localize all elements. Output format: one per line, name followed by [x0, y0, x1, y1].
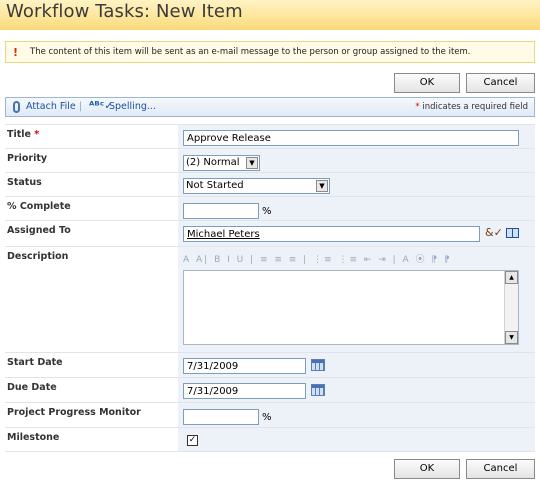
start-date-input[interactable]: 7/31/2009 [183, 358, 306, 374]
project-progress-monitor-input[interactable] [183, 409, 259, 425]
rich-text-toolbar: A A| B I U | ≡ ≡ ≡ | ⋮≡ ⋮≡ ⇤ ⇥ | A ⦿ ⁋ ⁋ [183, 255, 452, 265]
title-bar: Workflow Tasks: New Item [0, 0, 540, 30]
start-date-label: Start Date [5, 353, 178, 377]
row-milestone: Milestone ✓ [5, 427, 535, 452]
percent-unit: % [262, 412, 272, 423]
milestone-checkbox[interactable]: ✓ [187, 435, 198, 446]
ok-button-bottom[interactable]: OK [394, 459, 460, 479]
row-status: Status Not Started ▼ [5, 172, 535, 196]
required-star: * [415, 102, 420, 112]
due-date-input[interactable]: 7/31/2009 [183, 383, 306, 399]
percent-complete-input[interactable] [183, 203, 259, 219]
row-project-progress-monitor: Project Progress Monitor % [5, 402, 535, 427]
cancel-button-top[interactable]: Cancel [466, 73, 535, 93]
warning-icon: ! [13, 46, 19, 59]
status-select[interactable]: Not Started ▼ [183, 178, 330, 194]
required-field-note: * indicates a required field [415, 102, 528, 112]
address-book-icon[interactable] [506, 228, 519, 238]
row-priority: Priority (2) Normal ▼ [5, 148, 535, 172]
title-label: Title * [5, 125, 178, 148]
assigned-to-input[interactable]: Michael Peters [183, 226, 480, 242]
cancel-button-bottom[interactable]: Cancel [466, 459, 535, 479]
title-input[interactable]: Approve Release [183, 130, 519, 146]
check-names-icon[interactable]: &✓ [485, 226, 503, 239]
percent-unit: % [262, 206, 272, 217]
row-title: Title * Approve Release [5, 124, 535, 148]
spelling-link[interactable]: Spelling... [109, 101, 156, 112]
chevron-down-icon: ▼ [246, 157, 258, 169]
required-text: indicates a required field [422, 102, 528, 112]
assigned-to-label: Assigned To [5, 221, 178, 246]
calendar-icon[interactable] [311, 384, 325, 396]
page-title: Workflow Tasks: New Item [6, 1, 243, 22]
chevron-down-icon: ▼ [316, 180, 328, 192]
scroll-up-icon[interactable]: ▲ [505, 271, 518, 284]
calendar-icon[interactable] [311, 359, 325, 371]
due-date-label: Due Date [5, 378, 178, 402]
form-toolbar: Attach File | ᴬᴮᶜ✓ Spelling... * indicat… [5, 97, 535, 117]
percent-complete-label: % Complete [5, 197, 178, 220]
ok-button-top[interactable]: OK [394, 73, 460, 93]
status-label: Status [5, 173, 178, 196]
row-percent-complete: % Complete % [5, 196, 535, 220]
project-progress-monitor-label: Project Progress Monitor [5, 403, 178, 427]
paperclip-icon [13, 101, 20, 113]
priority-select[interactable]: (2) Normal ▼ [183, 155, 260, 171]
milestone-label: Milestone [5, 428, 178, 451]
email-notice: ! The content of this item will be sent … [5, 41, 535, 63]
row-assigned-to: Assigned To Michael Peters &✓ [5, 220, 535, 246]
description-editor[interactable]: ▲ ▼ [183, 270, 519, 345]
row-start-date: Start Date 7/31/2009 [5, 352, 535, 377]
description-scrollbar[interactable]: ▲ ▼ [504, 271, 518, 344]
toolbar-separator: | [79, 101, 83, 112]
priority-label: Priority [5, 149, 178, 172]
description-label: Description [5, 247, 178, 352]
row-description: Description A A| B I U | ≡ ≡ ≡ | ⋮≡ ⋮≡ ⇤… [5, 246, 535, 352]
notice-text: The content of this item will be sent as… [30, 47, 471, 57]
attach-file-link[interactable]: Attach File [26, 101, 76, 112]
scroll-down-icon[interactable]: ▼ [505, 331, 518, 344]
row-due-date: Due Date 7/31/2009 [5, 377, 535, 402]
